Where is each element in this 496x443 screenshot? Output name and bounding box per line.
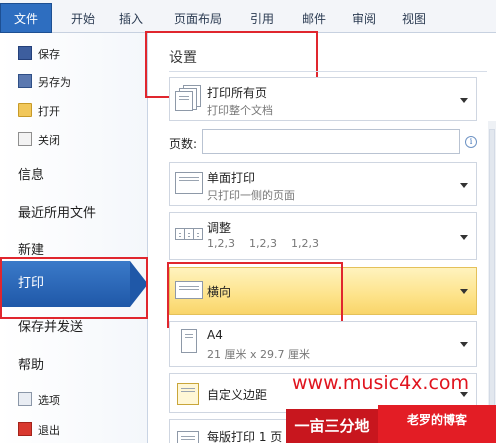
portrait-page-icon — [175, 329, 203, 355]
tab-insert[interactable]: 插入 — [110, 6, 152, 32]
chevron-down-icon — [460, 183, 468, 188]
sides-subtitle: 只打印一侧的页面 — [207, 189, 295, 202]
menu-save[interactable]: 保存 — [18, 45, 60, 65]
print-range-title: 打印所有页 — [207, 86, 268, 100]
backstage-menu: 保存 另存为 打开 关闭 信息 最近所用文件 新建 保存并发送 帮助 选项 退出 — [0, 33, 148, 443]
chevron-down-icon — [460, 98, 468, 103]
collate-dropdown[interactable]: 调整 1,2,3 1,2,3 1,2,3 — [169, 212, 477, 260]
close-doc-icon — [18, 132, 32, 146]
menu-recent[interactable]: 最近所用文件 — [18, 202, 96, 226]
print-range-subtitle: 打印整个文档 — [207, 104, 273, 117]
menu-save-and-send[interactable]: 保存并发送 — [18, 316, 83, 340]
tab-file[interactable]: 文件 — [0, 3, 52, 33]
pages-row: 页数: i — [169, 129, 489, 155]
save-icon — [18, 46, 32, 60]
orientation-dropdown[interactable]: 横向 — [167, 262, 477, 328]
pages-per-sheet-title: 每版打印 1 页 — [207, 430, 283, 443]
one-sided-icon — [175, 170, 203, 196]
menu-close[interactable]: 关闭 — [18, 131, 60, 151]
chevron-down-icon — [460, 235, 468, 240]
watermark-left-text: 一亩三分地 — [286, 409, 378, 443]
menu-options[interactable]: 选项 — [18, 391, 60, 411]
menu-exit[interactable]: 退出 — [18, 421, 60, 441]
tab-home[interactable]: 开始 — [62, 6, 104, 32]
margins-icon — [175, 381, 203, 407]
scrollbar[interactable] — [488, 121, 496, 443]
pages-label: 页数: — [169, 137, 198, 151]
tab-references[interactable]: 引用 — [242, 6, 282, 32]
collate-subtitle: 1,2,3 1,2,3 1,2,3 — [207, 237, 319, 250]
menu-print[interactable]: 打印 — [0, 255, 148, 319]
watermark-right-text: 老罗的博客 — [378, 405, 496, 443]
ribbon-tab-bar: 文件 开始 插入 页面布局 引用 邮件 审阅 视图 — [0, 0, 496, 33]
pages-stack-icon — [175, 85, 203, 111]
menu-save-as[interactable]: 另存为 — [18, 73, 71, 93]
print-range-dropdown[interactable]: 打印所有页 打印整个文档 — [169, 77, 477, 121]
paper-size-title: A4 — [207, 328, 223, 342]
tab-page-layout[interactable]: 页面布局 — [166, 6, 230, 32]
chevron-down-icon — [460, 289, 468, 294]
tab-mailings[interactable]: 邮件 — [294, 6, 334, 32]
pages-input[interactable] — [202, 129, 460, 154]
paper-size-subtitle: 21 厘米 x 29.7 厘米 — [207, 348, 310, 361]
options-icon — [18, 392, 32, 406]
divider — [169, 71, 487, 72]
menu-info[interactable]: 信息 — [18, 164, 44, 188]
annotation-box-orientation — [167, 262, 343, 328]
info-icon[interactable]: i — [465, 136, 477, 148]
watermark-url: www.music4x.com — [292, 372, 470, 394]
margins-title: 自定义边距 — [207, 388, 268, 402]
collate-title: 调整 — [207, 221, 232, 235]
annotation-box-print — [0, 257, 148, 319]
chevron-down-icon — [460, 342, 468, 347]
open-folder-icon — [18, 103, 32, 117]
exit-icon — [18, 422, 32, 436]
sides-dropdown[interactable]: 单面打印 只打印一侧的页面 — [169, 162, 477, 206]
paper-size-dropdown[interactable]: A4 21 厘米 x 29.7 厘米 — [169, 321, 477, 367]
pages-per-sheet-icon — [175, 427, 203, 443]
menu-help[interactable]: 帮助 — [18, 354, 44, 378]
menu-open[interactable]: 打开 — [18, 102, 60, 122]
sides-title: 单面打印 — [207, 171, 256, 185]
watermark-banner: 一亩三分地 老罗的博客 — [286, 405, 496, 443]
tab-review[interactable]: 审阅 — [344, 6, 384, 32]
tab-view[interactable]: 视图 — [394, 6, 434, 32]
scrollbar-thumb[interactable] — [489, 129, 495, 429]
collate-icon — [175, 220, 203, 246]
save-as-icon — [18, 74, 32, 88]
